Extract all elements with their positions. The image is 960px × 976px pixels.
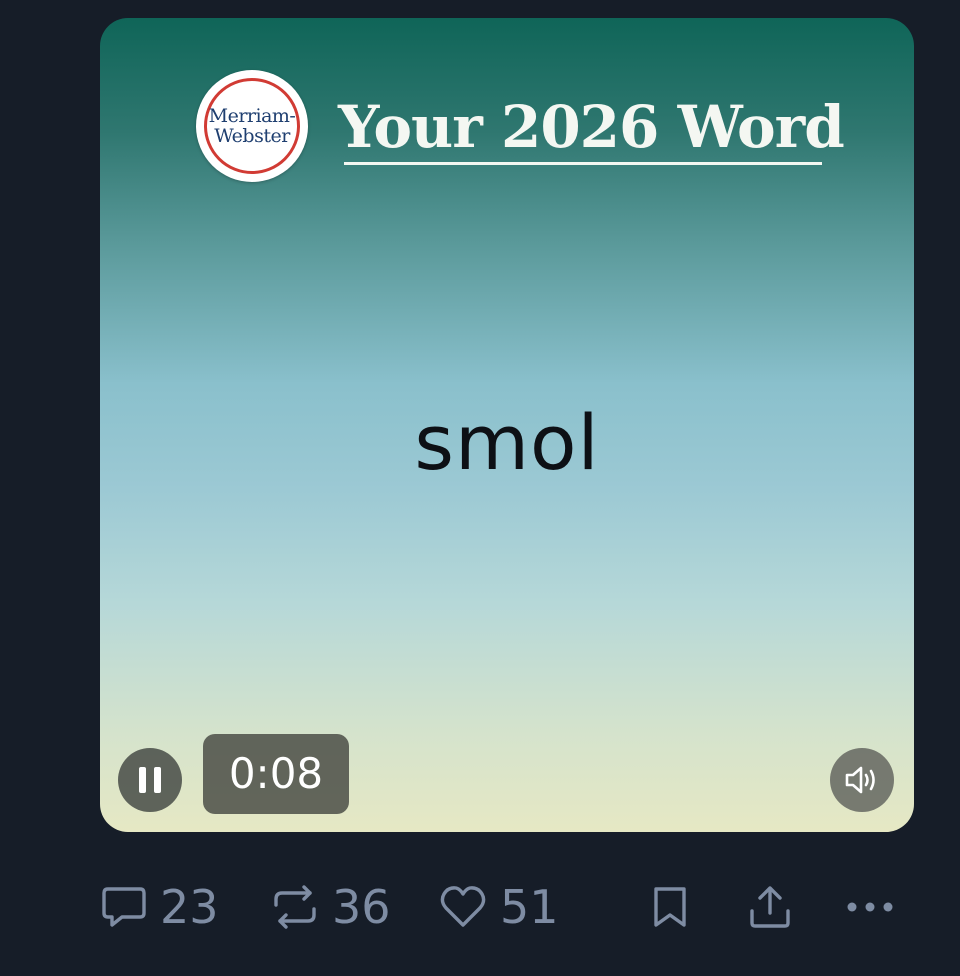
elapsed-time: 0:08 [203, 734, 349, 814]
bookmark-icon [650, 883, 690, 931]
logo-line-2: Webster [214, 125, 290, 147]
volume-button[interactable] [830, 748, 894, 812]
comment-icon [100, 883, 148, 931]
reply-count: 23 [160, 880, 219, 934]
more-button[interactable] [844, 874, 896, 940]
more-icon [844, 899, 896, 915]
video-headline: Your 2026 Word [338, 93, 845, 161]
repost-count: 36 [332, 880, 391, 934]
reply-button[interactable]: 23 [100, 874, 219, 940]
heart-icon [438, 883, 488, 931]
logo-ring: Merriam- Webster [204, 78, 300, 174]
repost-button[interactable]: 36 [270, 874, 391, 940]
share-icon [746, 883, 794, 931]
repost-icon [270, 883, 320, 931]
merriam-webster-logo: Merriam- Webster [196, 70, 308, 182]
pause-button[interactable] [118, 748, 182, 812]
video-card[interactable]: Merriam- Webster Your 2026 Word smol 0:0… [100, 18, 914, 832]
like-count: 51 [500, 880, 559, 934]
featured-word: smol [414, 398, 600, 487]
headline-underline [344, 162, 822, 165]
share-button[interactable] [746, 874, 794, 940]
logo-line-1: Merriam- [208, 105, 296, 127]
bookmark-button[interactable] [650, 874, 690, 940]
tweet-actions: 23 36 51 [100, 874, 900, 940]
like-button[interactable]: 51 [438, 874, 559, 940]
pause-icon [135, 767, 165, 793]
speaker-icon [844, 765, 880, 795]
